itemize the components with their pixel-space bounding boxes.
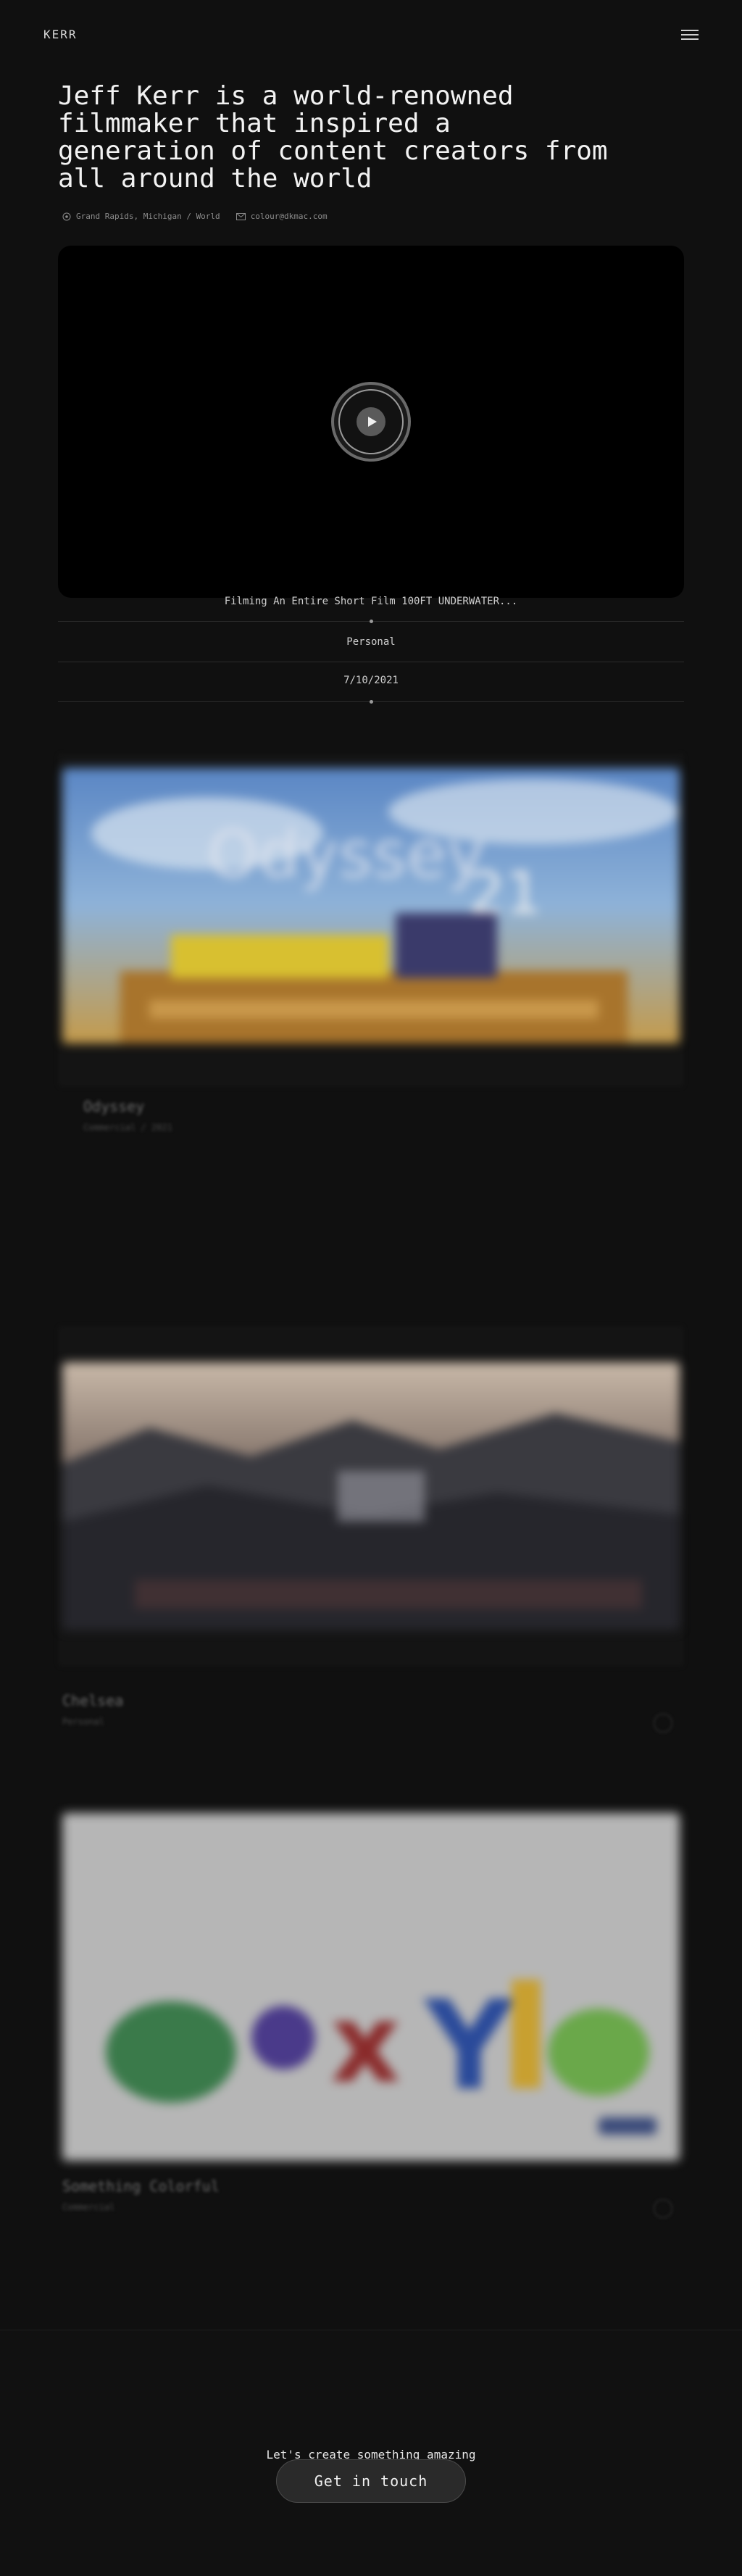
project-info: Something Colorful Commercial: [62, 2177, 220, 2212]
mail-icon: [235, 212, 246, 220]
hero-meta: Grand Rapids, Michigan / World colour@dk…: [62, 212, 328, 221]
site-header: KERR: [43, 26, 699, 43]
project-subtitle: Personal: [62, 1717, 104, 1727]
project-thumbnail-colorful[interactable]: x Y: [62, 1813, 680, 2161]
play-icon: [357, 407, 385, 436]
project-info: Odyssey Commercial / 2021: [83, 1098, 172, 1133]
email-info[interactable]: colour@dkmac.com: [235, 212, 328, 221]
project-thumbnail-odyssey[interactable]: Odyssey 21: [62, 768, 680, 1043]
location-info: Grand Rapids, Michigan / World: [62, 212, 220, 221]
arrow-icon[interactable]: [654, 1714, 672, 1733]
page: KERR Jeff Kerr is a world-renowned filmm…: [0, 0, 742, 2576]
project-title[interactable]: Something Colorful: [62, 2177, 220, 2195]
hamburger-menu-icon[interactable]: [681, 28, 699, 41]
location-text: Grand Rapids, Michigan / World: [76, 212, 220, 221]
site-logo[interactable]: KERR: [43, 28, 78, 41]
svg-text:Y: Y: [423, 1975, 515, 2118]
project-subtitle: Commercial / 2021: [83, 1122, 172, 1133]
hero-title: Jeff Kerr is a world-renowned filmmaker …: [58, 81, 608, 193]
get-in-touch-button[interactable]: Get in touch: [276, 2459, 466, 2503]
project-info: Chelsea Personal: [62, 1692, 123, 1727]
featured-video-player[interactable]: [58, 246, 684, 598]
video-date: 7/10/2021: [343, 675, 399, 686]
divider: [58, 620, 684, 623]
video-category: Personal: [346, 636, 396, 648]
location-pin-icon: [62, 212, 71, 221]
svg-text:x: x: [330, 1981, 401, 2107]
video-title: Filming An Entire Short Film 100FT UNDER…: [224, 596, 518, 607]
svg-text:Odyssey: Odyssey: [207, 817, 485, 893]
divider: [58, 700, 684, 704]
project-subtitle: Commercial: [62, 2202, 115, 2212]
project-title[interactable]: Odyssey: [83, 1098, 172, 1115]
project-title[interactable]: Chelsea: [62, 1692, 123, 1709]
svg-text:21: 21: [468, 859, 542, 927]
play-button[interactable]: [331, 382, 411, 462]
project-thumbnail-chelsea[interactable]: [62, 1362, 680, 1630]
email-link[interactable]: colour@dkmac.com: [251, 212, 328, 221]
arrow-icon[interactable]: [654, 2199, 672, 2218]
